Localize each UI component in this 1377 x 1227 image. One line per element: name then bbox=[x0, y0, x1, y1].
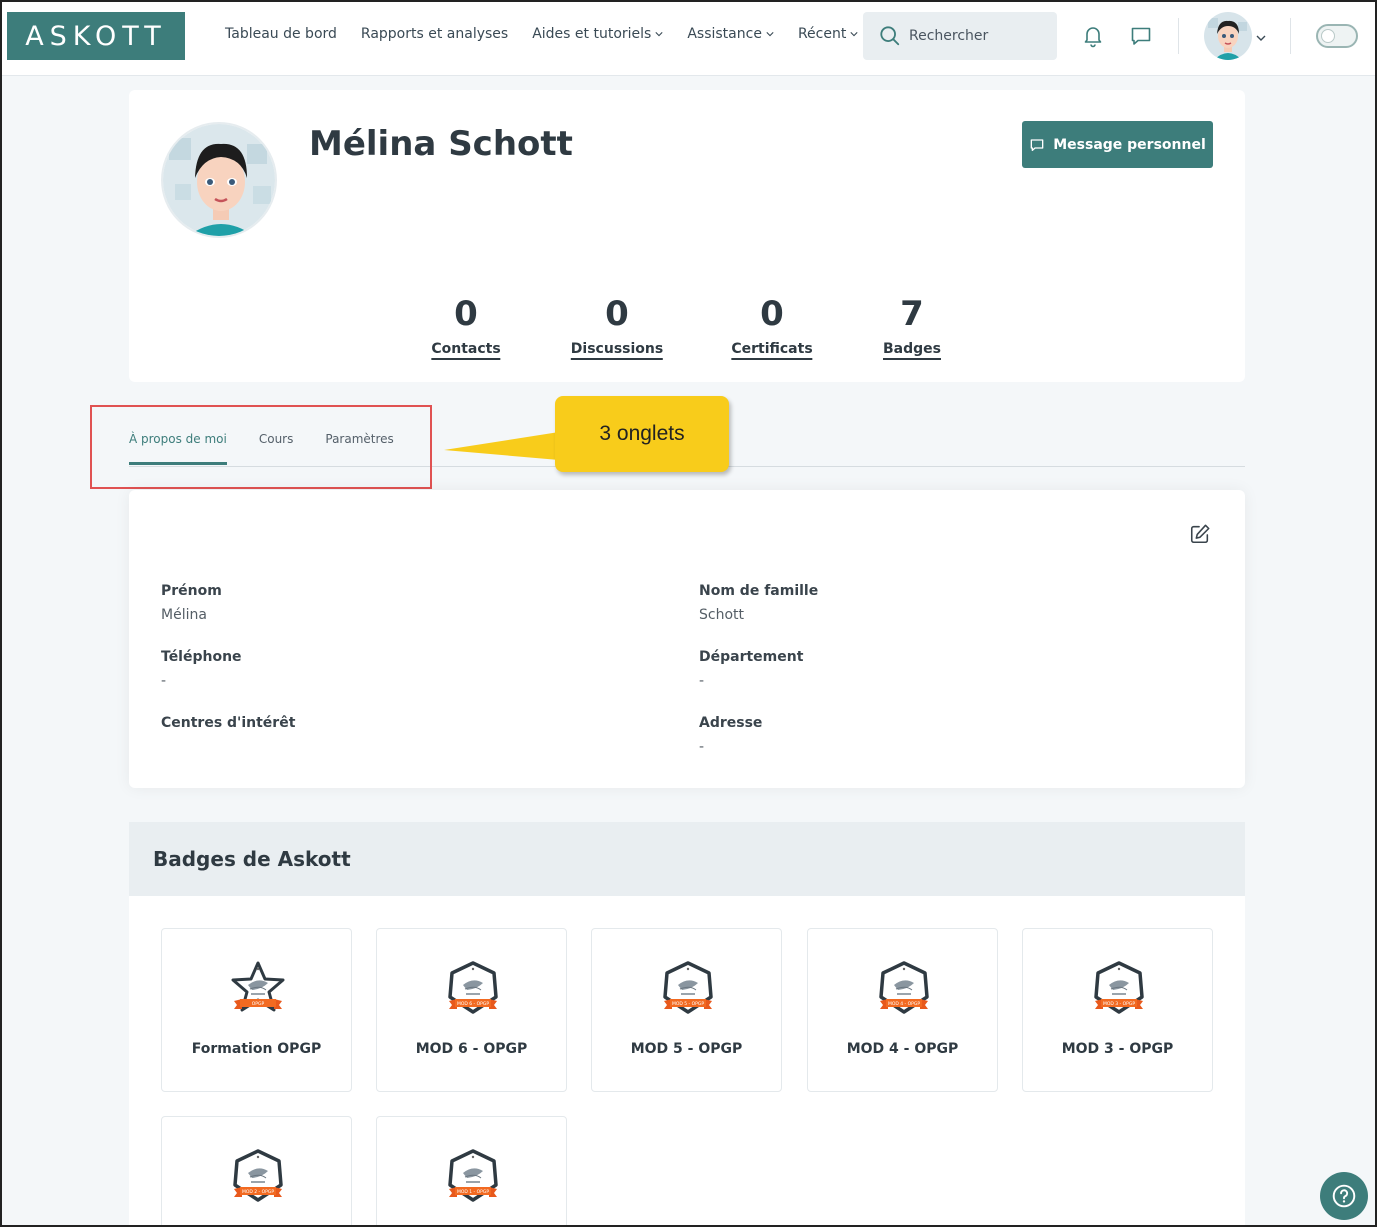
stat-label[interactable]: Discussions bbox=[570, 341, 664, 360]
search-input[interactable] bbox=[909, 28, 1039, 44]
field-label: Nom de famille bbox=[699, 583, 819, 599]
button-label: Message personnel bbox=[1053, 136, 1206, 153]
nav-label: Récent bbox=[797, 26, 847, 42]
field-centres-interet: Centres d'intérêt bbox=[161, 715, 561, 739]
nav-label: Aides et tutoriels bbox=[532, 26, 652, 42]
divider bbox=[1178, 18, 1179, 54]
stat-certificats[interactable]: 0 Certificats bbox=[731, 290, 813, 360]
stat-label[interactable]: Badges bbox=[883, 341, 941, 360]
field-value: Schott bbox=[699, 607, 745, 623]
theme-toggle[interactable] bbox=[1316, 24, 1358, 48]
nav-label: Assistance bbox=[687, 26, 762, 42]
badge-name: Formation OPGP bbox=[191, 1041, 322, 1057]
divider bbox=[1290, 18, 1291, 54]
badge-card[interactable]: MOD 2 - OPGP bbox=[161, 1116, 352, 1227]
badge-emblem-icon: MOD 6 - OPGP bbox=[448, 961, 498, 1014]
field-label: Centres d'intérêt bbox=[161, 715, 296, 731]
badge-name: MOD 4 - OPGP bbox=[846, 1041, 959, 1057]
field-label: Département bbox=[699, 649, 804, 665]
nav-item-rapports[interactable]: Rapports et analyses bbox=[361, 26, 508, 42]
field-value: - bbox=[699, 673, 705, 689]
field-label: Adresse bbox=[699, 715, 763, 731]
badge-ribbon-label: MOD 4 - OPGP bbox=[888, 1001, 920, 1007]
badge-emblem-icon: MOD 4 - OPGP bbox=[879, 961, 929, 1014]
top-navigation-bar: ASKOTT Tableau de bord Rapports et analy… bbox=[0, 0, 1377, 76]
avatar bbox=[163, 124, 275, 236]
stat-label[interactable]: Certificats bbox=[731, 341, 813, 360]
badge-ribbon-label: MOD 5 - OPGP bbox=[672, 1001, 704, 1007]
profile-avatar bbox=[161, 122, 277, 238]
chat-icon[interactable] bbox=[1129, 24, 1153, 48]
edit-icon[interactable] bbox=[1189, 523, 1211, 545]
badge-emblem-icon: MOD 5 - OPGP bbox=[663, 961, 713, 1014]
nav-label: Tableau de bord bbox=[225, 26, 337, 42]
field-value: - bbox=[161, 673, 167, 689]
annotation-highlight-box bbox=[90, 405, 432, 489]
stat-value: 0 bbox=[454, 294, 478, 334]
badge-card[interactable]: MOD 4 - OPGP MOD 4 - OPGP bbox=[807, 928, 998, 1092]
nav-item-aides[interactable]: Aides et tutoriels bbox=[532, 26, 663, 42]
field-label: Téléphone bbox=[161, 649, 242, 665]
badge-name: MOD 5 - OPGP bbox=[630, 1041, 743, 1057]
stat-value: 0 bbox=[760, 294, 784, 334]
chevron-down-icon bbox=[766, 32, 774, 37]
chevron-down-icon bbox=[655, 32, 663, 37]
askott-logo[interactable]: ASKOTT bbox=[7, 12, 185, 60]
nav-item-tableau-de-bord[interactable]: Tableau de bord bbox=[225, 26, 337, 42]
field-telephone: Téléphone - bbox=[161, 649, 561, 689]
stat-label[interactable]: Contacts bbox=[431, 341, 501, 360]
badges-grid: OPGP Formation OPGP MOD 6 - OPGP MOD 6 -… bbox=[129, 896, 1245, 1227]
personal-message-button[interactable]: Message personnel bbox=[1022, 121, 1213, 168]
badge-card[interactable]: MOD 5 - OPGP MOD 5 - OPGP bbox=[591, 928, 782, 1092]
profile-card: Mélina Schott Message personnel 0 Contac… bbox=[129, 90, 1245, 382]
nav-item-assistance[interactable]: Assistance bbox=[687, 26, 774, 42]
field-label: Prénom bbox=[161, 583, 222, 599]
badges-section-title: Badges de Askott bbox=[129, 822, 1245, 896]
search-icon bbox=[880, 26, 900, 46]
badge-name: MOD 3 - OPGP bbox=[1061, 1041, 1174, 1057]
badge-ribbon-label: MOD 3 - OPGP bbox=[1103, 1001, 1135, 1007]
badge-ribbon-label: MOD 1 - OPGP bbox=[457, 1189, 489, 1195]
avatar bbox=[1204, 12, 1252, 60]
help-button[interactable] bbox=[1320, 1172, 1368, 1220]
search-box[interactable] bbox=[863, 12, 1057, 60]
badge-name: MOD 6 - OPGP bbox=[415, 1041, 528, 1057]
question-icon bbox=[1332, 1184, 1356, 1208]
chevron-down-icon bbox=[850, 32, 858, 37]
badge-card[interactable]: MOD 6 - OPGP MOD 6 - OPGP bbox=[376, 928, 567, 1092]
main-nav: Tableau de bord Rapports et analyses Aid… bbox=[225, 26, 858, 42]
nav-item-recent[interactable]: Récent bbox=[798, 26, 858, 42]
stat-contacts[interactable]: 0 Contacts bbox=[431, 290, 501, 360]
stat-value: 7 bbox=[900, 294, 924, 334]
badge-emblem-icon: MOD 3 - OPGP bbox=[1094, 961, 1144, 1014]
badge-emblem-icon: OPGP bbox=[231, 961, 285, 1012]
field-nom-de-famille: Nom de famille Schott bbox=[699, 583, 1099, 623]
about-info-card: Prénom Mélina Nom de famille Schott Télé… bbox=[129, 490, 1245, 788]
badge-card[interactable]: MOD 3 - OPGP MOD 3 - OPGP bbox=[1022, 928, 1213, 1092]
toggle-knob bbox=[1321, 29, 1335, 43]
profile-name: Mélina Schott bbox=[309, 124, 573, 164]
field-prenom: Prénom Mélina bbox=[161, 583, 561, 623]
chat-icon bbox=[1030, 138, 1044, 151]
field-value: Mélina bbox=[161, 607, 207, 623]
badge-ribbon-label: MOD 2 - OPGP bbox=[242, 1189, 274, 1195]
field-adresse: Adresse - bbox=[699, 715, 1099, 755]
stat-discussions[interactable]: 0 Discussions bbox=[570, 290, 664, 360]
stat-badges[interactable]: 7 Badges bbox=[883, 290, 941, 360]
nav-label: Rapports et analyses bbox=[360, 26, 509, 42]
annotation-callout: 3 onglets bbox=[555, 396, 729, 472]
user-avatar-menu[interactable] bbox=[1204, 12, 1252, 60]
chevron-down-icon[interactable] bbox=[1256, 33, 1266, 43]
field-departement: Département - bbox=[699, 649, 1099, 689]
badge-ribbon-label: MOD 6 - OPGP bbox=[457, 1001, 489, 1007]
stat-value: 0 bbox=[605, 294, 629, 334]
badge-ribbon-label: OPGP bbox=[252, 1001, 265, 1007]
badge-emblem-icon: MOD 2 - OPGP bbox=[233, 1149, 283, 1202]
badge-card[interactable]: OPGP Formation OPGP bbox=[161, 928, 352, 1092]
field-value: - bbox=[699, 739, 705, 755]
badge-emblem-icon: MOD 1 - OPGP bbox=[448, 1149, 498, 1202]
bell-icon[interactable] bbox=[1081, 24, 1105, 48]
badge-card[interactable]: MOD 1 - OPGP bbox=[376, 1116, 567, 1227]
